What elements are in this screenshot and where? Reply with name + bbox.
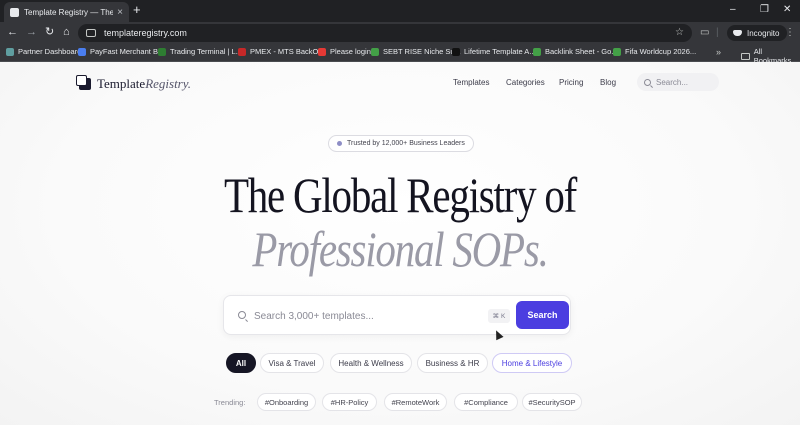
search-icon: [644, 78, 651, 86]
logo-icon: [76, 75, 91, 90]
trending-tag[interactable]: #Onboarding: [257, 393, 316, 411]
bookmarks-overflow-icon[interactable]: »: [716, 47, 721, 57]
category-chip-visa-travel[interactable]: Visa & Travel: [260, 353, 324, 373]
category-chip-health-wellness[interactable]: Health & Wellness: [330, 353, 412, 373]
browser-menu-icon[interactable]: ⋮: [785, 27, 795, 39]
bookmark-star-icon[interactable]: ☆: [675, 27, 684, 38]
category-chip-business-hr[interactable]: Business & HR: [417, 353, 488, 373]
category-chip-home-lifestyle[interactable]: Home & Lifestyle: [492, 353, 572, 373]
bookmark-favicon-icon: [78, 47, 86, 56]
nav-pricing[interactable]: Pricing: [559, 78, 583, 87]
site-favicon-icon: [10, 7, 19, 17]
search-button[interactable]: Search: [516, 301, 569, 329]
bookmark-item[interactable]: Backlink Sheet - Go...: [533, 47, 618, 56]
nav-categories[interactable]: Categories: [506, 78, 545, 87]
bookmark-favicon-icon: [238, 47, 246, 56]
bookmark-favicon-icon: [158, 47, 166, 56]
address-bar[interactable]: templateregistry.com ☆: [78, 24, 692, 42]
trending-tag[interactable]: #HR-Policy: [322, 393, 377, 411]
close-window-icon[interactable]: ✕: [783, 4, 791, 16]
new-tab-button[interactable]: +: [133, 3, 141, 17]
keyboard-shortcut-hint: ⌘ K: [488, 309, 510, 323]
hero-headline-italic: Professional SOPs.: [252, 221, 548, 277]
bookmark-favicon-icon: [452, 47, 460, 56]
restore-icon[interactable]: ❐: [760, 4, 769, 16]
folder-icon: [741, 52, 750, 60]
bookmark-favicon-icon: [371, 47, 379, 56]
url-text: templateregistry.com: [104, 28, 187, 38]
back-icon[interactable]: ←: [7, 26, 18, 39]
reload-icon[interactable]: ↻: [45, 26, 54, 39]
tab-title: Template Registry — The Glob: [24, 7, 114, 17]
page-content: Template Registry. Templates Categories …: [0, 62, 800, 425]
tab-close-icon[interactable]: ×: [117, 7, 123, 18]
bookmark-item[interactable]: Lifetime Template A...: [452, 47, 536, 56]
nav-blog[interactable]: Blog: [600, 78, 616, 87]
home-icon[interactable]: ⌂: [63, 26, 70, 39]
minimize-icon[interactable]: –: [730, 4, 736, 16]
browser-tab-bar: Template Registry — The Glob × + – ❐ ✕: [0, 0, 800, 22]
bookmarks-bar: Partner Dashboard PayFast Merchant B... …: [0, 44, 800, 65]
bookmark-item[interactable]: Please login: [318, 47, 371, 56]
forward-icon[interactable]: →: [26, 26, 37, 39]
bookmark-favicon-icon: [533, 47, 541, 56]
trust-badge: Trusted by 12,000+ Business Leaders: [328, 135, 474, 152]
incognito-label: Incognito: [747, 28, 780, 38]
hero-headline: The Global Registry of: [223, 167, 577, 223]
trending-tag[interactable]: #Compliance: [454, 393, 518, 411]
site-info-icon[interactable]: [86, 29, 96, 37]
nav-templates[interactable]: Templates: [453, 78, 489, 87]
incognito-indicator[interactable]: Incognito: [727, 25, 788, 41]
bookmark-favicon-icon: [318, 47, 326, 56]
header-search[interactable]: [637, 73, 719, 91]
trending-tag[interactable]: #SecuritySOP: [522, 393, 582, 411]
bookmark-item[interactable]: PayFast Merchant B...: [78, 47, 164, 56]
badge-text: Trusted by 12,000+ Business Leaders: [347, 140, 465, 147]
logo-text: Template: [97, 76, 146, 91]
browser-tab[interactable]: Template Registry — The Glob ×: [4, 2, 129, 22]
hero-search-bar: ⌘ K Search: [223, 295, 571, 335]
category-chip-all[interactable]: All: [226, 353, 256, 373]
logo-text-italic: Registry.: [145, 76, 192, 91]
header-search-input[interactable]: [656, 77, 716, 87]
bookmark-item[interactable]: SEBT RISE Niche Su...: [371, 47, 461, 56]
toolbar-divider: |: [716, 27, 719, 38]
bookmark-item[interactable]: PMEX - MTS BackOf...: [238, 47, 327, 56]
search-icon: [238, 311, 246, 319]
cast-icon[interactable]: ▭: [700, 27, 709, 39]
incognito-icon: [733, 30, 742, 36]
trending-tag[interactable]: #RemoteWork: [384, 393, 447, 411]
trending-label: Trending:: [214, 398, 246, 407]
badge-dot-icon: [337, 141, 342, 146]
template-search-input[interactable]: [254, 308, 474, 324]
bookmark-item[interactable]: Trading Terminal | L...: [158, 47, 242, 56]
bookmark-item[interactable]: Partner Dashboard: [6, 47, 81, 56]
site-logo[interactable]: Template Registry.: [76, 75, 192, 92]
bookmark-item[interactable]: Fifa Worldcup 2026...: [613, 47, 696, 56]
browser-toolbar: ← → ↻ ⌂ templateregistry.com ☆ ▭ | Incog…: [0, 22, 800, 44]
bookmark-favicon-icon: [613, 47, 621, 56]
bookmark-favicon-icon: [6, 47, 14, 56]
